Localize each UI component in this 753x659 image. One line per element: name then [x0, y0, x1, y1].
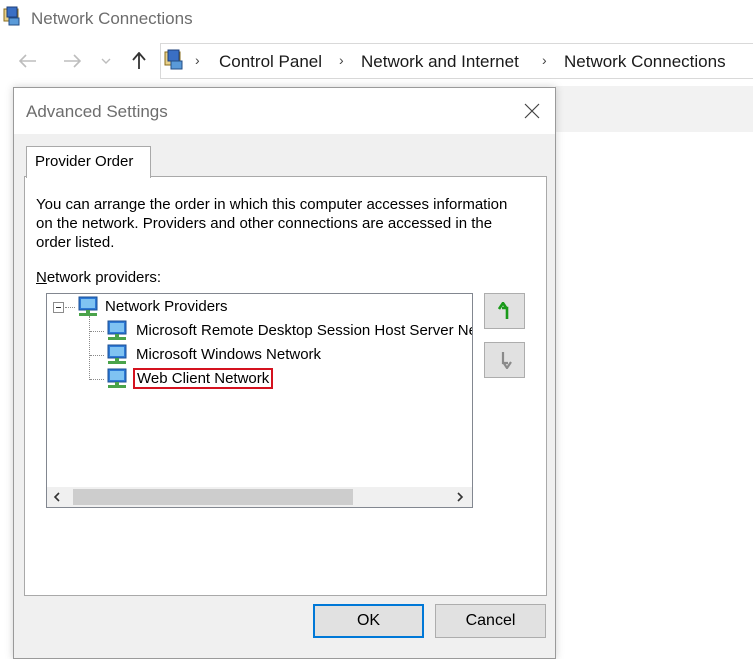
breadcrumb-separator-icon: › — [339, 52, 344, 68]
tree-connector — [90, 355, 104, 356]
tree-item-windows-network[interactable]: Microsoft Windows Network — [47, 344, 472, 368]
network-icon — [107, 344, 127, 364]
tree-connector — [65, 307, 75, 308]
forward-button[interactable] — [60, 48, 84, 74]
up-button[interactable] — [127, 48, 151, 74]
breadcrumb-network-connections[interactable]: Network Connections — [564, 52, 726, 72]
tree-item-rdsh-network[interactable]: Microsoft Remote Desktop Session Host Se… — [47, 320, 472, 344]
cancel-button[interactable]: Cancel — [435, 604, 546, 638]
explorer-toolbar-area — [555, 86, 753, 132]
scrollbar-thumb[interactable] — [73, 489, 353, 505]
breadcrumb-separator-icon: › — [542, 52, 547, 68]
network-providers-label-text: etwork providers: — [46, 269, 162, 286]
network-providers-tree[interactable]: Network Providers Microsoft Remote Deskt… — [46, 293, 473, 508]
tree-connector — [90, 379, 104, 380]
breadcrumb-separator-icon: › — [195, 52, 200, 68]
green-up-arrow-icon — [497, 302, 508, 319]
up-arrow-icon — [132, 52, 146, 69]
address-bar[interactable]: › Control Panel › Network and Internet ›… — [160, 43, 753, 79]
recent-locations-button[interactable] — [98, 48, 114, 74]
control-panel-icon — [164, 49, 183, 70]
chevron-right-icon — [457, 492, 464, 502]
tree-item-label-selected: Web Client Network — [133, 368, 274, 389]
network-icon — [107, 320, 127, 340]
network-providers-label: Network providers: — [36, 269, 161, 286]
gray-down-arrow-icon — [501, 352, 512, 369]
tab-provider-order[interactable]: Provider Order — [26, 146, 151, 178]
explorer-titlebar: Network Connections — [0, 0, 753, 38]
breadcrumb-control-panel[interactable]: Control Panel — [219, 52, 322, 72]
tree-connector — [90, 331, 104, 332]
chevron-down-icon — [101, 58, 111, 64]
back-button[interactable] — [16, 48, 40, 74]
tree-item-label: Microsoft Windows Network — [136, 346, 322, 363]
dialog-title: Advanced Settings — [26, 102, 168, 121]
move-up-button[interactable] — [484, 293, 525, 329]
tree-item-web-client-network[interactable]: Web Client Network — [47, 368, 472, 392]
network-icon — [107, 368, 127, 388]
advanced-settings-dialog: Advanced Settings Provider Order You can… — [13, 87, 556, 659]
horizontal-scrollbar[interactable] — [47, 487, 472, 507]
scroll-right-button[interactable] — [450, 487, 470, 507]
provider-order-description: You can arrange the order in which this … — [36, 196, 508, 251]
back-arrow-icon — [19, 54, 36, 68]
chevron-left-icon — [53, 492, 60, 502]
breadcrumb-network-and-internet[interactable]: Network and Internet — [361, 52, 519, 72]
collapse-icon[interactable] — [53, 302, 64, 313]
network-connections-icon — [3, 6, 20, 26]
tree-item-label: Microsoft Remote Desktop Session Host Se… — [136, 322, 472, 339]
move-down-button[interactable] — [484, 342, 525, 378]
tree-root-label: Network Providers — [105, 298, 228, 315]
close-icon[interactable] — [519, 98, 545, 124]
explorer-title: Network Connections — [31, 9, 193, 28]
dialog-titlebar: Advanced Settings — [14, 88, 555, 134]
scroll-left-button[interactable] — [47, 487, 67, 507]
forward-arrow-icon — [64, 54, 81, 68]
network-icon — [78, 296, 98, 316]
ok-button[interactable]: OK — [313, 604, 424, 638]
accelerator-key: N — [36, 269, 47, 286]
tree-root-row[interactable]: Network Providers — [47, 296, 472, 320]
navigation-bar: › Control Panel › Network and Internet ›… — [0, 42, 753, 80]
